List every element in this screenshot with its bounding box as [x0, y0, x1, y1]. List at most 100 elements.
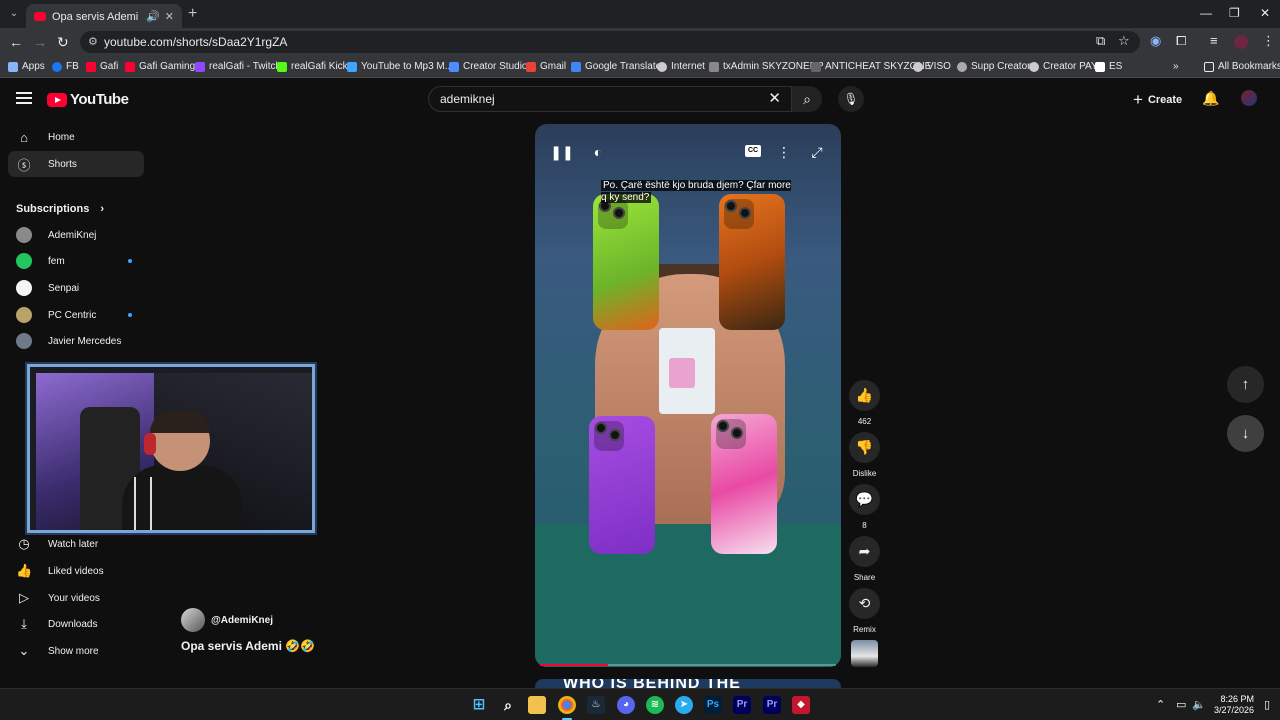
- subscription-javier-mercedes[interactable]: Javier Mercedes: [16, 332, 146, 350]
- spotify-icon[interactable]: ≋: [646, 696, 664, 714]
- extension-icon[interactable]: ◉: [1150, 33, 1161, 49]
- bookmark-viso[interactable]: VISO: [913, 61, 951, 72]
- subscription-pc-centric[interactable]: PC Centric: [16, 306, 146, 324]
- bookmark-translate[interactable]: Google Translate: [571, 61, 661, 72]
- voice-search-icon[interactable]: 🎙: [838, 86, 864, 112]
- subscription-fem[interactable]: fem: [16, 252, 146, 270]
- discord-icon[interactable]: ◕: [617, 696, 635, 714]
- chrome-menu-icon[interactable]: ⋮: [1262, 33, 1275, 49]
- bookmark-gafi-gaming[interactable]: Gafi Gaming: [125, 61, 195, 72]
- back-button[interactable]: ←: [9, 34, 23, 50]
- extensions-puzzle-icon[interactable]: ⧠: [1176, 33, 1186, 49]
- video-progress-bar[interactable]: [540, 664, 836, 666]
- account-avatar[interactable]: [1241, 90, 1257, 106]
- clear-search-icon[interactable]: ✕: [768, 87, 781, 111]
- bookmark-gmail[interactable]: Gmail: [526, 61, 566, 72]
- shorts-icon: ⓢ: [17, 157, 31, 173]
- bookmark-twitch[interactable]: realGafi - Twitch: [195, 61, 281, 72]
- bookmark-creator-studio[interactable]: Creator Studio: [449, 61, 527, 72]
- reload-button[interactable]: ↻: [57, 34, 69, 51]
- translate-icon: [571, 61, 581, 72]
- bookmark-internet[interactable]: Internet: [657, 61, 705, 72]
- sidebar-item-watch-later[interactable]: ◷ Watch later: [8, 531, 144, 557]
- anydesk-icon[interactable]: ◆: [792, 696, 810, 714]
- captions-icon[interactable]: CC: [745, 145, 761, 157]
- bookmark-creator-pay[interactable]: Creator PAY: [1029, 61, 1098, 72]
- video-person-shirt: [535, 524, 841, 667]
- shorts-player[interactable]: Po. Çarë është kjo bruda djem? Çfar more…: [535, 124, 841, 667]
- sidebar-item-home[interactable]: ⌂ Home: [8, 124, 144, 150]
- address-bar[interactable]: ⚙ youtube.com/shorts/sDaa2Y1rgZA: [80, 31, 1140, 53]
- sidebar-item-downloads[interactable]: ⤓ Downloads: [8, 611, 144, 637]
- media-controls-icon[interactable]: ≡: [1210, 33, 1218, 48]
- sidebar-item-liked-videos[interactable]: 👍 Liked videos: [8, 558, 144, 584]
- create-button[interactable]: + Create: [1133, 90, 1182, 110]
- channel-link[interactable]: @AdemiKnej: [181, 608, 273, 632]
- bookmark-kick[interactable]: realGafi Kick: [277, 61, 348, 72]
- next-short-button[interactable]: ↓: [1227, 415, 1264, 452]
- notification-center-icon[interactable]: ▯: [1264, 698, 1270, 711]
- sidebar-item-shorts[interactable]: ⓢ Shorts: [8, 151, 144, 177]
- install-app-icon[interactable]: ⧉: [1096, 33, 1105, 49]
- bookmark-gafi[interactable]: Gafi: [86, 61, 118, 72]
- like-button[interactable]: 👍 462: [849, 380, 880, 426]
- minimize-button[interactable]: —: [1200, 6, 1212, 20]
- tab-audio-icon[interactable]: 🔊: [146, 10, 160, 23]
- subscriptions-heading[interactable]: Subscriptions ›: [16, 203, 104, 215]
- subscription-ademiknej[interactable]: AdemiKnej: [16, 226, 146, 244]
- sidebar-item-your-videos[interactable]: ▷ Your videos: [8, 585, 144, 611]
- windows-start-icon[interactable]: ⊞: [470, 696, 488, 714]
- search-icon[interactable]: ⌕: [499, 696, 517, 714]
- fullscreen-icon[interactable]: ⤢: [805, 140, 829, 164]
- all-bookmarks[interactable]: All Bookmarks: [1204, 61, 1280, 72]
- tab-search-icon[interactable]: ⌄: [6, 6, 22, 22]
- sidebar-item-show-more[interactable]: ⌄ Show more: [8, 638, 144, 664]
- steam-icon[interactable]: ♨: [587, 696, 605, 714]
- forward-button[interactable]: →: [33, 34, 47, 50]
- new-tab-button[interactable]: +: [188, 5, 197, 23]
- bookmark-supp-creator[interactable]: Supp Creator: [957, 61, 1030, 72]
- bookmark-txadmin[interactable]: txAdmin SKYZONERP: [709, 61, 824, 72]
- tray-overflow-icon[interactable]: ⌃: [1156, 698, 1165, 711]
- search-input[interactable]: ademiknej ✕: [428, 86, 792, 112]
- remix-button[interactable]: ⟲ Remix: [849, 588, 880, 634]
- bookmark-yt-mp3[interactable]: YouTube to Mp3 M...: [347, 61, 453, 72]
- youtube-page: YouTube ademiknej ✕ ⌕ 🎙 + Create 🔔 ⌂ Hom…: [0, 79, 1280, 688]
- bookmark-apps[interactable]: Apps: [8, 61, 45, 72]
- bookmarks-overflow-icon[interactable]: »: [1173, 61, 1179, 72]
- photoshop-icon[interactable]: Ps: [704, 696, 722, 714]
- share-button[interactable]: ➦ Share: [849, 536, 880, 582]
- volume-tray-icon[interactable]: 🔈: [1192, 698, 1206, 711]
- restore-button[interactable]: ❐: [1229, 6, 1240, 20]
- pause-icon[interactable]: ❚❚: [550, 140, 574, 164]
- premiere-icon-2[interactable]: Pr: [763, 696, 781, 714]
- network-icon[interactable]: ▭: [1176, 698, 1186, 711]
- more-options-icon[interactable]: ⋮: [772, 140, 796, 164]
- comments-button[interactable]: 💬 8: [849, 484, 880, 530]
- notifications-icon[interactable]: 🔔: [1202, 90, 1219, 107]
- tab-close-icon[interactable]: ✕: [165, 10, 174, 23]
- premiere-icon[interactable]: Pr: [733, 696, 751, 714]
- file-explorer-icon[interactable]: [528, 696, 546, 714]
- previous-short-button[interactable]: ↑: [1227, 366, 1264, 403]
- system-clock[interactable]: 8:26 PM 3/27/2026: [1210, 694, 1254, 716]
- site-info-icon[interactable]: ⚙: [88, 35, 98, 48]
- chrome-icon[interactable]: [558, 696, 576, 714]
- bookmark-fb[interactable]: FB: [52, 61, 79, 72]
- bookmark-es[interactable]: ES: [1095, 61, 1122, 72]
- bookmark-star-icon[interactable]: ☆: [1118, 33, 1130, 49]
- dislike-button[interactable]: 👎 Dislike: [849, 432, 880, 478]
- browser-tab[interactable]: Opa servis Ademi 🤣🤣 - Y 🔊 ✕: [26, 4, 182, 28]
- subscription-senpai[interactable]: Senpai: [16, 279, 146, 297]
- youtube-logo[interactable]: YouTube: [47, 91, 129, 108]
- volume-icon[interactable]: ◐: [586, 140, 610, 164]
- search-button[interactable]: ⌕: [792, 86, 822, 112]
- telegram-icon[interactable]: ➤: [675, 696, 693, 714]
- next-short-preview[interactable]: WHO IS BEHIND THE: [535, 679, 841, 688]
- product-package-image: [659, 328, 715, 414]
- next-short-title: WHO IS BEHIND THE: [563, 679, 741, 688]
- audio-source-thumbnail[interactable]: [851, 640, 878, 667]
- profile-avatar[interactable]: [1234, 35, 1248, 49]
- window-close-button[interactable]: ✕: [1260, 6, 1270, 20]
- menu-icon[interactable]: [16, 92, 32, 104]
